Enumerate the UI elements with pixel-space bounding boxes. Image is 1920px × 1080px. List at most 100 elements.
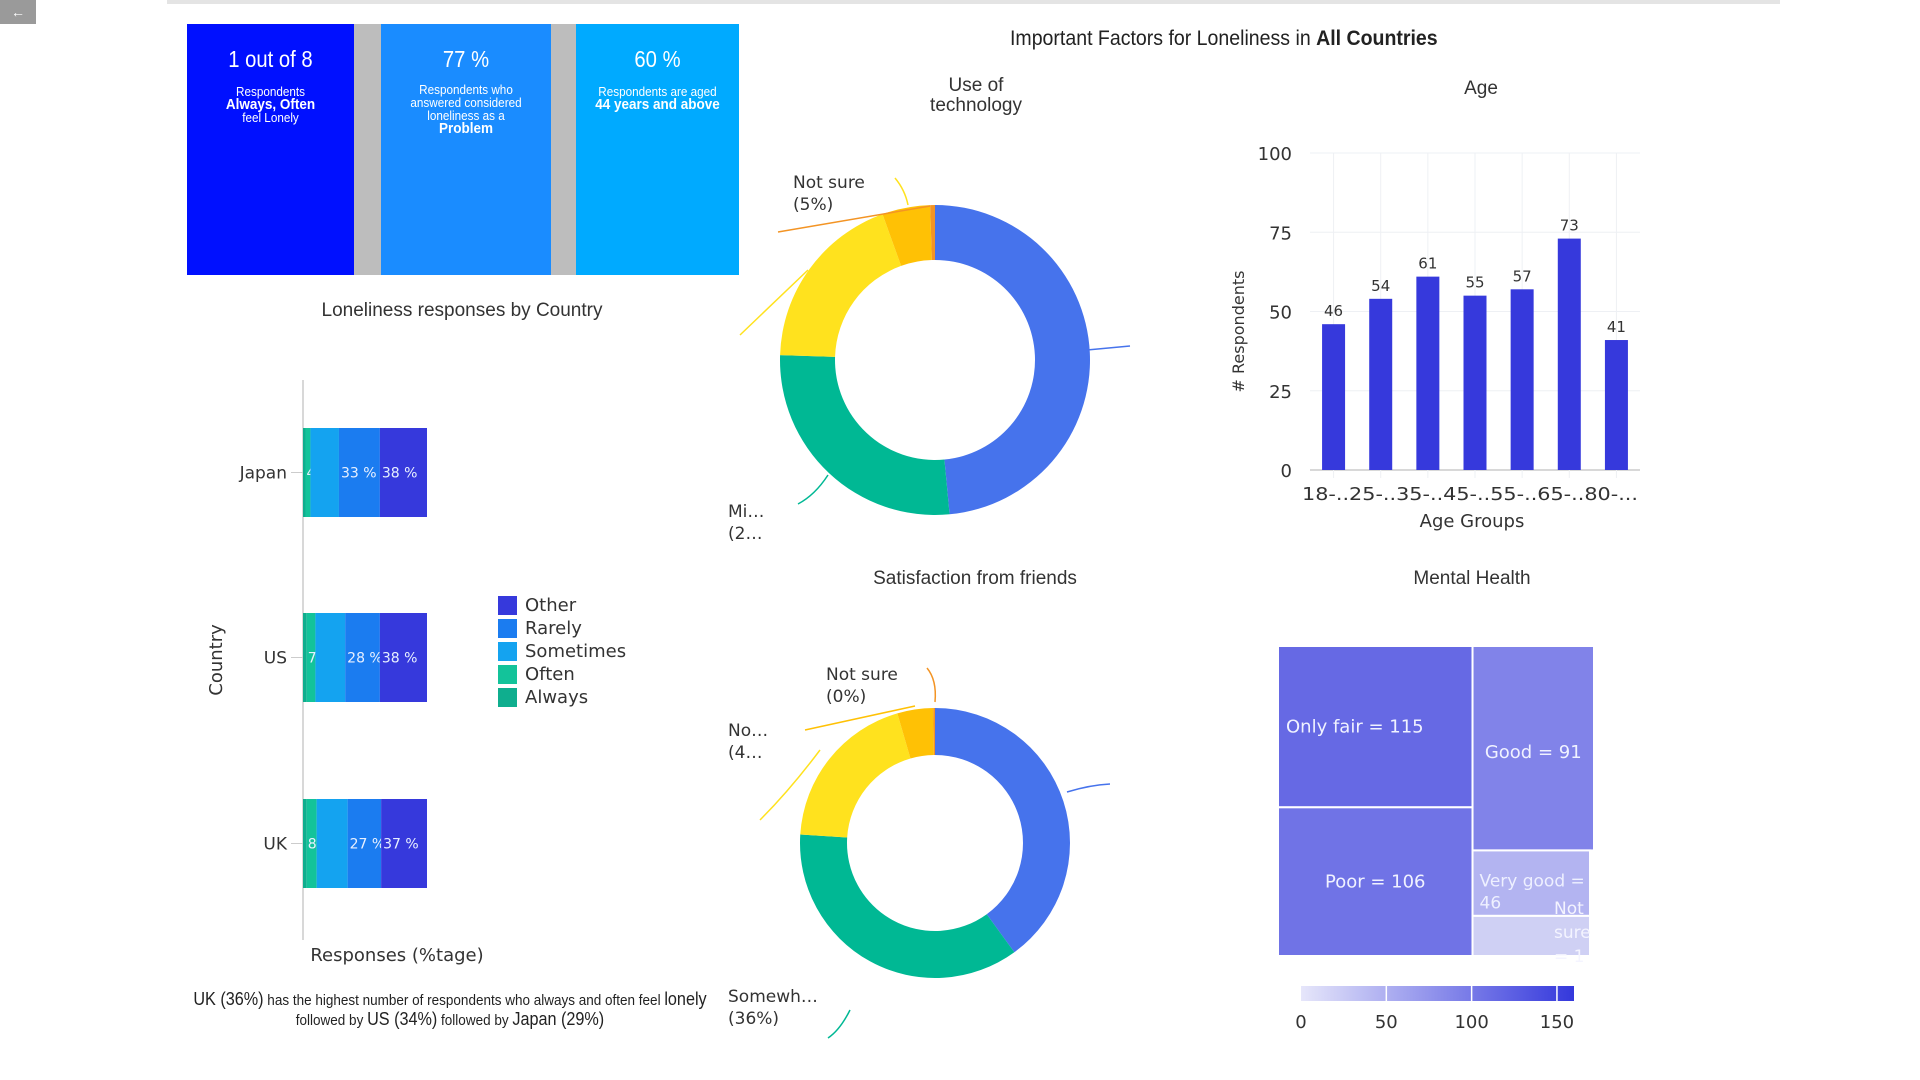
treemap-label: Poor = 106	[1325, 872, 1426, 893]
kpi-text: feel Lonely	[242, 110, 299, 125]
legend-item-always[interactable]: Always	[498, 686, 626, 709]
color-scale-bar	[1301, 986, 1574, 1001]
age-bar	[1557, 238, 1581, 470]
treemap-label-value: = 1	[1554, 947, 1584, 967]
country-label: UK	[263, 835, 287, 855]
mental-chart-title: Mental Health	[1413, 568, 1531, 589]
country-bar-segment-always	[303, 799, 307, 888]
donut-slice	[800, 834, 1015, 978]
legend-item-often[interactable]: Often	[498, 663, 626, 686]
donut-label-value: (0%)	[826, 687, 866, 707]
legend-item-other[interactable]: Other	[498, 594, 626, 617]
age-bar-value: 46	[1324, 302, 1343, 320]
donut-label-value: (4…	[728, 743, 762, 763]
main-title-prefix: Important Factors for Loneliness in	[1010, 27, 1317, 50]
legend-label: Sometimes	[525, 641, 627, 662]
footer-highlight: US (34%)	[367, 1009, 438, 1029]
age-bar-value: 61	[1418, 255, 1437, 273]
kpi-value: 77 %	[442, 46, 490, 72]
kpi-separator	[354, 24, 381, 275]
donut-label: Not sure	[826, 665, 898, 685]
arrow-left-icon: ←	[11, 4, 25, 20]
country-bar-label: 28 %	[347, 651, 383, 667]
treemap-label: Good = 91	[1485, 742, 1582, 763]
country-bar-segment-sometimes	[316, 799, 348, 888]
color-scale-tick: 50	[1375, 1012, 1398, 1033]
donut-slice	[800, 713, 911, 838]
legend-label: Often	[525, 664, 575, 685]
country-chart-title: Loneliness responses by Country	[321, 300, 603, 321]
legend-swatch	[498, 596, 517, 615]
footer-highlight: UK (36%)	[193, 989, 264, 1009]
legend-item-rarely[interactable]: Rarely	[498, 617, 626, 640]
country-x-axis-label: Responses (%tage)	[310, 945, 483, 966]
country-bar-label: 37 %	[383, 837, 419, 853]
legend-swatch	[498, 642, 517, 661]
kpi-separator	[551, 24, 576, 275]
age-bar-value: 41	[1607, 318, 1626, 336]
age-bar	[1416, 276, 1440, 470]
top-scrollbar[interactable]	[167, 0, 1780, 4]
technology-title-text: Use of technology	[930, 75, 1022, 116]
donut-leader-line	[1066, 783, 1111, 793]
mental-health-treemap: Only fair = 115 Poor = 106 Good = 91 Very g…	[1277, 645, 1595, 1033]
kpi-value: 1 out of 8	[228, 46, 313, 72]
age-bar	[1604, 340, 1628, 470]
friends-donut: Not sure(0%) No…(4… Somewh…(36%)	[728, 665, 1111, 1039]
legend-label: Other	[525, 595, 577, 616]
country-bar-label: 33 %	[341, 466, 377, 482]
color-scale-tick: 150	[1540, 1012, 1574, 1033]
donut-label: No…	[728, 721, 768, 741]
age-y-axis-label: # Respondents	[1229, 271, 1248, 393]
donut-slice	[935, 205, 1090, 515]
country-bar-label: 38 %	[382, 466, 418, 482]
age-x-ticks: 18-..25-..35-..45-..55-..65-..80-...	[1302, 484, 1638, 505]
age-y-tick: 50	[1269, 303, 1292, 324]
kpi-value: 60 %	[634, 46, 681, 72]
footer-text: followed by	[437, 1012, 513, 1029]
country-bar-segment-sometimes	[315, 613, 346, 702]
friends-chart-title: Satisfaction from friends	[873, 568, 1077, 589]
legend-label: Always	[525, 687, 589, 708]
donut-leader-line	[926, 667, 937, 703]
age-y-tick: 75	[1269, 223, 1292, 244]
country-bar-label: 27 %	[350, 837, 386, 853]
technology-chart-title: Use of technology	[906, 76, 1046, 116]
treemap-label: sure	[1554, 923, 1591, 943]
legend-swatch	[498, 665, 517, 684]
donut-leader-line	[827, 1009, 851, 1039]
country-legend: Other Rarely Sometimes Often Always	[498, 594, 626, 709]
donut-leader-line	[1086, 345, 1131, 351]
donut-slice	[935, 708, 1070, 953]
age-bar	[1369, 298, 1393, 470]
legend-label: Rarely	[525, 618, 582, 639]
donut-label-value: (36%)	[728, 1009, 779, 1029]
age-y-tick: 25	[1269, 382, 1292, 403]
back-button[interactable]: ←	[0, 0, 36, 24]
country-label: US	[264, 649, 287, 669]
country-bar-segment-always	[303, 613, 307, 702]
kpi-card-lonely: 1 out of 8 Respondents Always, Often fee…	[187, 24, 354, 275]
treemap-label-value: 46	[1480, 893, 1502, 913]
footer-highlight: Japan (29%)	[512, 1009, 605, 1029]
age-chart-title: Age	[1464, 78, 1498, 99]
donut-label-value: (5%)	[793, 195, 833, 215]
treemap-label: Not	[1554, 899, 1584, 919]
legend-swatch	[498, 619, 517, 638]
footer-text: followed by	[295, 1012, 368, 1029]
legend-item-sometimes[interactable]: Sometimes	[498, 640, 626, 663]
main-title-bold: All Countries	[1316, 27, 1438, 50]
age-bar	[1463, 295, 1487, 470]
color-scale-tick: 100	[1454, 1012, 1488, 1033]
donut-label: Not sure	[793, 173, 865, 193]
country-bar-segment-sometimes	[310, 428, 339, 517]
country-bar-label: 38 %	[382, 651, 418, 667]
country-bar-segment-always	[303, 428, 306, 517]
age-bar-value: 57	[1513, 267, 1532, 285]
age-y-tick: 100	[1258, 144, 1292, 165]
legend-swatch	[498, 688, 517, 707]
kpi-card-age: 60 % Respondents are aged 44 years and a…	[576, 24, 739, 275]
color-scale-tick: 0	[1295, 1012, 1306, 1033]
age-bar	[1322, 324, 1346, 470]
country-label: Japan	[239, 464, 287, 484]
